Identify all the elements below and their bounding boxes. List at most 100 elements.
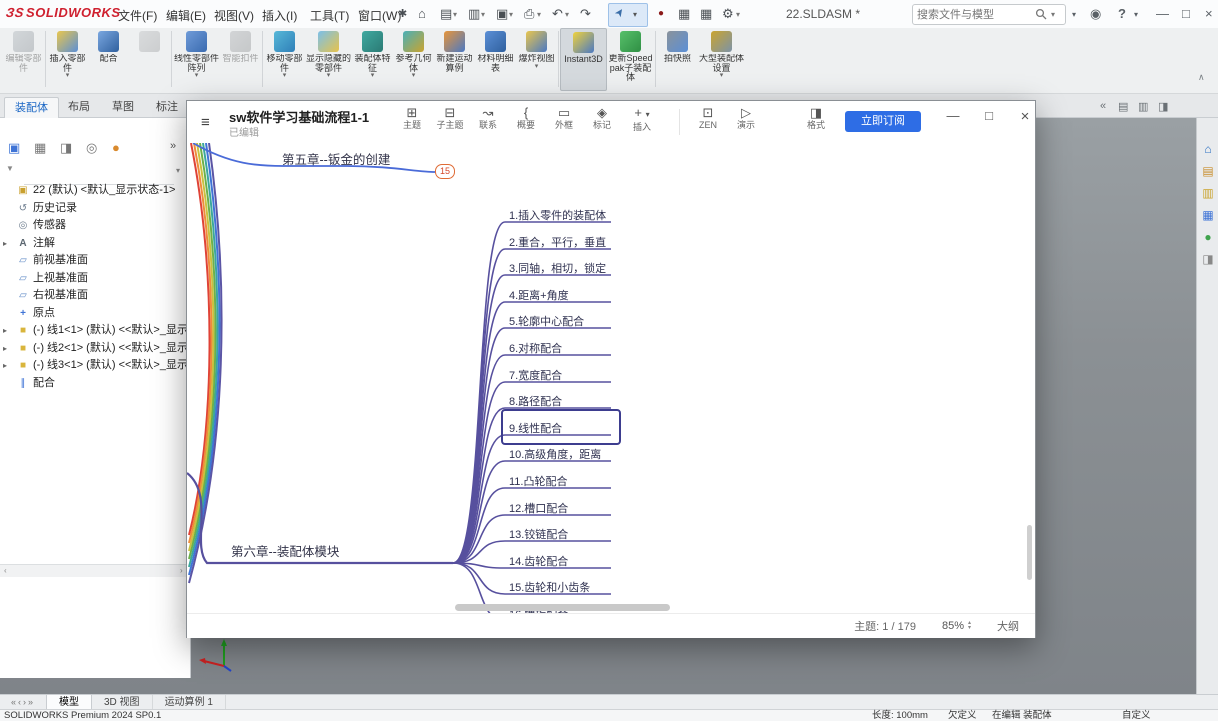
mm-insert-button[interactable]: + ▾ 插入 bbox=[623, 105, 661, 132]
open-file-icon[interactable]: ▥ bbox=[468, 6, 480, 22]
mindmap-node[interactable]: 15.齿轮和小齿条 bbox=[509, 579, 613, 595]
mm-window-maximize-icon[interactable]: □ bbox=[979, 108, 999, 123]
smart-fasteners-button[interactable]: 智能扣件 bbox=[220, 28, 261, 91]
chevron-down-icon[interactable]: ▾ bbox=[1072, 10, 1076, 19]
mindmap-node[interactable]: 1.插入零件的装配体 bbox=[509, 207, 613, 223]
scroll-right-icon[interactable]: › bbox=[180, 565, 183, 577]
mate-button[interactable]: 配合 bbox=[88, 28, 129, 91]
window-minimize-icon[interactable]: — bbox=[1156, 6, 1169, 21]
mindmap-node[interactable]: 6.对称配合 bbox=[509, 340, 613, 356]
user-icon[interactable]: ◉ bbox=[1090, 6, 1101, 22]
mindmap-node[interactable]: 10.高级角度，距离 bbox=[509, 446, 613, 462]
tab-3d-views[interactable]: 3D 视图 bbox=[92, 695, 153, 710]
outline-button[interactable]: 大纲 bbox=[997, 618, 1019, 634]
home-icon[interactable]: ⌂ bbox=[418, 6, 426, 22]
chevron-down-icon[interactable]: ▾ bbox=[565, 10, 569, 19]
tree-item-history[interactable]: ↺ 历史记录 bbox=[0, 200, 190, 217]
expander-icon[interactable]: ▸ bbox=[3, 235, 12, 252]
panel-icon[interactable]: ◨ bbox=[1158, 100, 1168, 113]
new-file-icon[interactable]: ▤ bbox=[440, 6, 452, 22]
view-palette-icon[interactable]: ▦ bbox=[1197, 208, 1218, 222]
mm-format-button[interactable]: ◨ 格式 bbox=[797, 105, 835, 130]
reference-geometry-button[interactable]: 参考几何体 ▾ bbox=[393, 28, 434, 91]
mindmap-node[interactable]: 4.距离+角度 bbox=[509, 287, 613, 303]
grid-icon[interactable]: ▦ bbox=[700, 6, 712, 22]
property-manager-tab-icon[interactable]: ▦ bbox=[34, 140, 46, 156]
panel-expand-chevrons-icon[interactable]: » bbox=[170, 140, 176, 152]
subscribe-button[interactable]: 立即订阅 bbox=[845, 111, 921, 132]
edit-component-button[interactable]: 编辑零部件 bbox=[3, 28, 44, 91]
panel-icon[interactable]: ▥ bbox=[1138, 100, 1148, 113]
select-tool-button[interactable]: ➤ ▾ bbox=[608, 3, 648, 27]
menu-insert[interactable]: 插入(I) bbox=[262, 7, 297, 24]
search-box[interactable]: ▾ bbox=[912, 4, 1066, 25]
tree-item-mates[interactable]: ∥ 配合 bbox=[0, 375, 190, 392]
menu-view[interactable]: 视图(V) bbox=[214, 7, 254, 24]
mindmap-canvas[interactable]: 第五章--钣金的创建 15 第六章--装配体模块 1.插入零件的装配体 2.重合… bbox=[187, 143, 1035, 613]
tree-item-origin[interactable]: + 原点 bbox=[0, 305, 190, 322]
undo-icon[interactable]: ↶ bbox=[552, 6, 563, 22]
mm-marker-button[interactable]: ◈ 标记 bbox=[583, 105, 621, 130]
mindmap-node[interactable]: 2.重合，平行，垂直 bbox=[509, 234, 613, 250]
mindmap-node[interactable]: 11.凸轮配合 bbox=[509, 473, 613, 489]
menu-edit[interactable]: 编辑(E) bbox=[166, 7, 206, 24]
chevron-down-icon[interactable]: ▾ bbox=[736, 10, 740, 19]
help-icon[interactable]: ? bbox=[1118, 6, 1126, 21]
tree-item-sensors[interactable]: ◎ 传感器 bbox=[0, 217, 190, 234]
expander-icon[interactable]: ▸ bbox=[3, 322, 12, 339]
mm-window-minimize-icon[interactable]: — bbox=[943, 108, 963, 123]
gear-icon[interactable]: ⚙ bbox=[722, 6, 734, 22]
expander-icon[interactable]: ▸ bbox=[3, 357, 12, 374]
resources-icon[interactable]: ⌂ bbox=[1197, 142, 1218, 156]
configuration-manager-tab-icon[interactable]: ◨ bbox=[60, 140, 72, 156]
mm-present-button[interactable]: ▷ 演示 bbox=[727, 105, 765, 130]
tab-scroll-icons[interactable]: «‹›» bbox=[0, 695, 46, 710]
scroll-left-icon[interactable]: ‹ bbox=[4, 565, 7, 577]
collapse-left-icon[interactable]: « bbox=[1100, 100, 1106, 112]
menu-file[interactable]: 文件(F) bbox=[118, 7, 157, 24]
custom-properties-icon[interactable]: ◨ bbox=[1197, 252, 1218, 266]
ribbon-collapse-chevron-icon[interactable]: ∧ bbox=[1198, 72, 1205, 83]
expander-icon[interactable]: ▸ bbox=[3, 340, 12, 357]
update-speedpak-button[interactable]: 更新Speedpak子装配体 bbox=[607, 28, 654, 91]
tree-item-annotations[interactable]: ▸ A 注解 bbox=[0, 235, 190, 252]
insert-component-button[interactable]: 插入零部件 ▾ bbox=[47, 28, 88, 91]
menu-window[interactable]: 窗口(W) bbox=[358, 7, 401, 24]
show-hidden-components-button[interactable]: 显示隐藏的零部件 ▾ bbox=[305, 28, 352, 91]
customize-statusbar[interactable]: 自定义 bbox=[1122, 710, 1151, 721]
tab-sketch[interactable]: 草图 bbox=[102, 97, 144, 118]
take-snapshot-button[interactable]: 拍快照 bbox=[657, 28, 698, 91]
large-assembly-settings-button[interactable]: 大型装配体设置 ▾ bbox=[698, 28, 745, 91]
search-icon[interactable] bbox=[1035, 8, 1047, 20]
chevron-down-icon[interactable]: ▾ bbox=[537, 10, 541, 19]
bill-of-materials-button[interactable]: 材料明细表 bbox=[475, 28, 516, 91]
feature-tree-tab-icon[interactable]: ▣ bbox=[8, 140, 20, 156]
tree-item-part-line2[interactable]: ▸ ■ (-) 线2<1> (默认) <<默认>_显示 bbox=[0, 340, 190, 357]
mindmap-node[interactable]: 7.宽度配合 bbox=[509, 367, 613, 383]
tree-item-part-line3[interactable]: ▸ ■ (-) 线3<1> (默认) <<默认>_显示 bbox=[0, 357, 190, 374]
mm-subtopic-button[interactable]: ⊟ 子主题 bbox=[431, 105, 469, 130]
appearances-tab-icon[interactable]: ● bbox=[112, 140, 120, 155]
chapter6-topic[interactable]: 第六章--装配体模块 bbox=[231, 541, 339, 560]
move-component-button[interactable]: 移动零部件 ▾ bbox=[264, 28, 305, 91]
dimxpert-tab-icon[interactable]: ◎ bbox=[86, 140, 97, 156]
chevron-down-icon[interactable]: ▾ bbox=[481, 10, 485, 19]
chevron-down-icon[interactable]: ▾ bbox=[176, 166, 180, 175]
chevron-down-icon[interactable]: ▾ bbox=[1051, 10, 1055, 19]
panel-icon[interactable]: ▤ bbox=[1118, 100, 1128, 113]
table-icon[interactable]: ▦ bbox=[678, 6, 690, 22]
menu-tools[interactable]: 工具(T) bbox=[310, 7, 349, 24]
canvas-vertical-scrollbar[interactable] bbox=[1027, 525, 1032, 580]
panel-horizontal-scrollbar[interactable]: ‹ › bbox=[0, 564, 190, 577]
chevron-down-icon[interactable]: ▾ bbox=[1134, 10, 1138, 19]
mm-window-close-icon[interactable]: × bbox=[1015, 108, 1035, 125]
print-icon[interactable]: ⎙ bbox=[524, 6, 534, 22]
save-icon[interactable]: ▣ bbox=[496, 6, 508, 22]
pin-icon[interactable]: ✱ bbox=[398, 6, 407, 22]
canvas-horizontal-scrollbar[interactable] bbox=[455, 604, 670, 611]
window-maximize-icon[interactable]: □ bbox=[1182, 6, 1190, 21]
new-motion-study-button[interactable]: 新建运动算例 bbox=[434, 28, 475, 91]
tree-item-top-plane[interactable]: ▱ 上视基准面 bbox=[0, 270, 190, 287]
chapter5-topic[interactable]: 第五章--钣金的创建 bbox=[282, 149, 390, 168]
mm-zen-button[interactable]: ⊡ ZEN bbox=[689, 105, 727, 130]
